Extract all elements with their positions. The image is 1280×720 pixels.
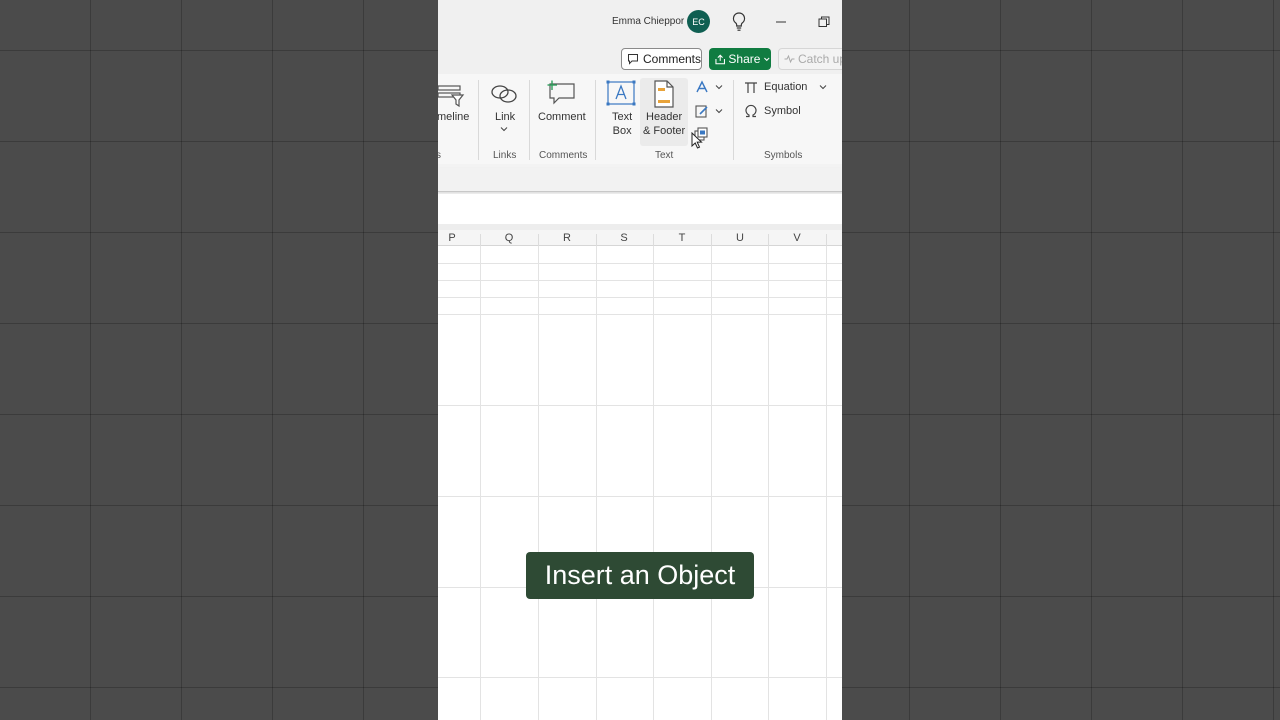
grid-line (480, 246, 481, 720)
text-box-icon[interactable] (606, 80, 636, 106)
column-header-q[interactable]: Q (499, 232, 519, 244)
chevron-down-icon (715, 85, 723, 90)
comments-button[interactable]: Comments (621, 48, 702, 70)
comments-button-label: Comments (642, 52, 701, 66)
grid-line (768, 246, 769, 720)
wordart-icon (696, 80, 708, 93)
new-comment-icon[interactable] (547, 80, 577, 106)
header-footer-icon[interactable] (653, 80, 675, 108)
grid-line (538, 246, 539, 720)
symbol-label: Symbol (764, 105, 801, 117)
symbol-button[interactable]: Symbol (744, 104, 801, 118)
text-box-label[interactable]: Text Box (612, 110, 632, 138)
equation-label: Equation (764, 81, 808, 93)
column-divider[interactable] (826, 234, 827, 246)
chevron-down-icon (764, 57, 770, 62)
excel-window: Emma Chieppor EC Comments Share Catch up… (438, 0, 842, 720)
signature-line-button[interactable] (695, 104, 723, 118)
column-headers: P Q R S T U V (438, 230, 842, 246)
column-header-r[interactable]: R (557, 232, 577, 244)
header-footer-label-line1: Header (646, 111, 683, 123)
chevron-down-icon[interactable] (500, 126, 508, 132)
sheet-top-area (438, 194, 842, 224)
pi-icon (745, 82, 757, 93)
wordart-button[interactable] (695, 80, 723, 94)
chevron-down-icon (820, 85, 827, 90)
minimize-icon[interactable] (773, 14, 789, 30)
grid-line (596, 246, 597, 720)
catch-up-label: Catch up (798, 52, 842, 66)
grid-line (653, 246, 654, 720)
link-icon[interactable] (490, 82, 518, 106)
column-divider[interactable] (480, 234, 481, 246)
column-divider[interactable] (653, 234, 654, 246)
user-name[interactable]: Emma Chieppor (612, 16, 684, 27)
column-header-s[interactable]: S (614, 232, 634, 244)
equation-button[interactable]: Equation (744, 80, 827, 94)
grid-line (438, 314, 842, 315)
grid-line (438, 405, 842, 406)
command-bar: Comments Share Catch up (438, 44, 842, 74)
grid-line (826, 246, 827, 720)
restore-icon[interactable] (816, 14, 832, 30)
grid-line (438, 263, 842, 264)
column-header-u[interactable]: U (730, 232, 750, 244)
comment-label[interactable]: Comment (538, 110, 586, 124)
title-bar: Emma Chieppor EC (438, 0, 842, 44)
grid-line (438, 677, 842, 678)
column-divider[interactable] (768, 234, 769, 246)
group-label-comments: Comments (539, 150, 588, 161)
ribbon-separator (529, 80, 530, 160)
header-footer-label-line2: & Footer (643, 125, 686, 137)
column-divider[interactable] (711, 234, 712, 246)
lightbulb-icon[interactable] (731, 12, 747, 32)
chevron-down-icon (715, 109, 723, 114)
omega-icon (745, 104, 757, 118)
grid-line (711, 246, 712, 720)
formula-bar[interactable] (438, 168, 842, 192)
share-button[interactable]: Share (709, 48, 771, 70)
ribbon-separator (478, 80, 479, 160)
mouse-cursor-icon (691, 132, 703, 149)
link-label[interactable]: Link (495, 110, 515, 124)
share-icon (715, 54, 725, 64)
signature-line-icon (695, 105, 708, 118)
share-button-label: Share (728, 52, 761, 66)
catch-up-button[interactable]: Catch up (778, 48, 842, 70)
text-box-label-line1: Text (612, 111, 633, 123)
header-footer-label[interactable]: Header & Footer (643, 110, 685, 138)
group-label-text: Text (655, 150, 674, 161)
ribbon-separator (733, 80, 734, 160)
cell-grid[interactable] (438, 246, 842, 720)
group-label-links: Links (493, 150, 517, 161)
column-divider[interactable] (538, 234, 539, 246)
grid-line (438, 280, 842, 281)
column-header-p[interactable]: P (442, 232, 462, 244)
comment-icon (627, 54, 638, 65)
text-box-label-line2: Box (612, 125, 632, 137)
formula-bar-area (438, 164, 842, 194)
timeline-icon[interactable] (438, 82, 466, 110)
timeline-label[interactable]: meline (438, 110, 469, 124)
ribbon-separator (595, 80, 596, 160)
video-caption: Insert an Object (526, 552, 754, 599)
pulse-icon (784, 54, 795, 64)
column-header-t[interactable]: T (672, 232, 692, 244)
avatar[interactable]: EC (687, 10, 710, 33)
group-label-symbols: Symbols (764, 150, 803, 161)
group-label-partial: s (438, 150, 441, 161)
column-header-v[interactable]: V (787, 232, 807, 244)
grid-line (438, 297, 842, 298)
ribbon-insert: meline s Link Links Comment Comments Tex… (438, 74, 842, 164)
grid-line (438, 496, 842, 497)
column-divider[interactable] (596, 234, 597, 246)
